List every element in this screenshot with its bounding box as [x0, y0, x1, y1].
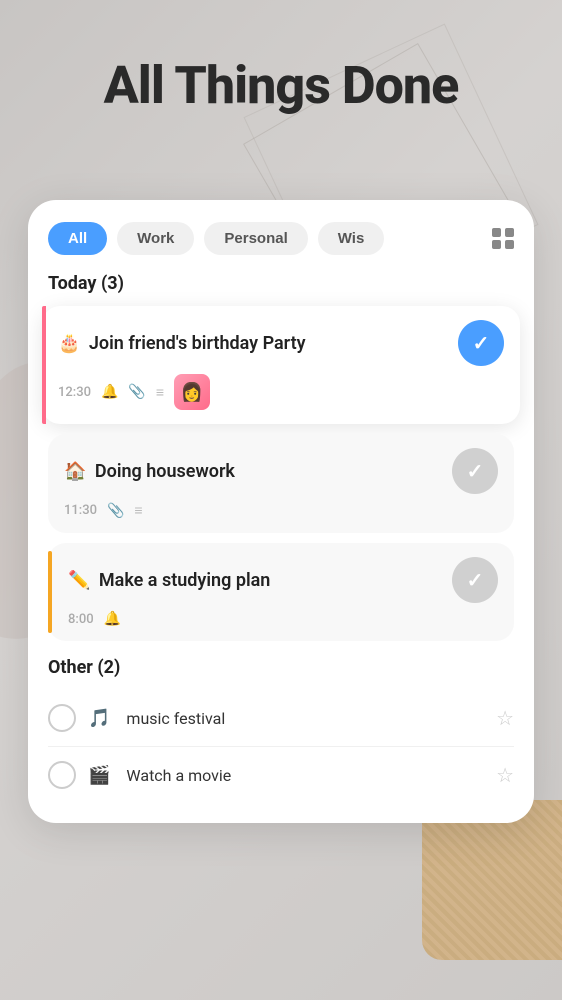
other-emoji-2: 🎬	[88, 765, 110, 786]
other-section: Other (2) 🎵 music festival ☆ 🎬 Watch a m…	[48, 657, 514, 803]
grid-dot-3	[492, 240, 501, 249]
star-icon-2[interactable]: ☆	[496, 763, 514, 787]
task-thumbnail-1: 👩	[174, 374, 210, 410]
task-check-button-1[interactable]: ✓	[458, 320, 504, 366]
task-meta-2: 11:30 📎 ≡	[64, 502, 498, 519]
checkmark-icon-2: ✓	[467, 459, 484, 483]
main-card: All Work Personal Wis Today (3) 🎂 Join f…	[28, 200, 534, 823]
tab-all[interactable]: All	[48, 222, 107, 255]
grid-dot-4	[505, 240, 514, 249]
other-text-1: music festival	[126, 709, 484, 728]
bell-icon-1: 🔔	[101, 384, 118, 400]
task-yellow-bar	[48, 551, 52, 633]
task-time-3: 8:00	[68, 612, 94, 627]
tab-wishlist[interactable]: Wis	[318, 222, 385, 255]
task-emoji-2: 🏠	[64, 461, 86, 482]
task-top-row-2: 🏠 Doing housework ✓	[64, 448, 498, 494]
task-item-study[interactable]: ✏️ Make a studying plan ✓ 8:00 🔔	[48, 543, 514, 641]
grid-dot-2	[505, 228, 514, 237]
clip-icon-1: 📎	[128, 384, 145, 400]
bottom-right-decoration	[422, 800, 562, 960]
grid-dot-1	[492, 228, 501, 237]
circle-check-1[interactable]	[48, 704, 76, 732]
task-meta-1: 12:30 🔔 📎 ≡ 👩	[58, 374, 504, 410]
other-item-music[interactable]: 🎵 music festival ☆	[48, 690, 514, 747]
task-text-3: Make a studying plan	[99, 570, 270, 591]
task-emoji-1: 🎂	[58, 333, 80, 354]
task-item-housework[interactable]: 🏠 Doing housework ✓ 11:30 📎 ≡	[48, 434, 514, 533]
other-item-movie[interactable]: 🎬 Watch a movie ☆	[48, 747, 514, 803]
clip-icon-2: 📎	[107, 503, 124, 519]
task-time-1: 12:30	[58, 385, 91, 400]
star-icon-1[interactable]: ☆	[496, 706, 514, 730]
list-icon-2: ≡	[134, 502, 142, 519]
category-tabs: All Work Personal Wis	[48, 222, 514, 255]
grid-view-button[interactable]	[492, 228, 514, 250]
other-emoji-1: 🎵	[88, 708, 110, 729]
task-top-row-1: 🎂 Join friend's birthday Party ✓	[58, 320, 504, 366]
task-check-button-3[interactable]: ✓	[452, 557, 498, 603]
task-top-row-3: ✏️ Make a studying plan ✓	[68, 557, 498, 603]
list-icon-1: ≡	[156, 384, 164, 401]
task-emoji-3: ✏️	[68, 570, 90, 591]
task-check-button-2[interactable]: ✓	[452, 448, 498, 494]
circle-check-2[interactable]	[48, 761, 76, 789]
task-time-2: 11:30	[64, 503, 97, 518]
task-text-1: Join friend's birthday Party	[89, 333, 306, 354]
checkmark-icon-1: ✓	[473, 331, 490, 355]
task-title-2: 🏠 Doing housework	[64, 461, 452, 482]
today-section-title: Today (3)	[48, 273, 514, 294]
task-title-1: 🎂 Join friend's birthday Party	[58, 333, 458, 354]
other-section-title: Other (2)	[48, 657, 514, 678]
task-title-3: ✏️ Make a studying plan	[68, 570, 452, 591]
grid-dots-icon	[492, 228, 514, 250]
task-pink-bar	[42, 306, 46, 424]
tab-work[interactable]: Work	[117, 222, 194, 255]
other-text-2: Watch a movie	[126, 766, 484, 785]
checkmark-icon-3: ✓	[467, 568, 484, 592]
app-title: All Things Done	[0, 55, 562, 116]
bell-icon-3: 🔔	[104, 611, 121, 627]
task-item-birthday[interactable]: 🎂 Join friend's birthday Party ✓ 12:30 🔔…	[42, 306, 520, 424]
tab-personal[interactable]: Personal	[204, 222, 307, 255]
task-meta-3: 8:00 🔔	[68, 611, 498, 627]
task-text-2: Doing housework	[95, 461, 235, 482]
